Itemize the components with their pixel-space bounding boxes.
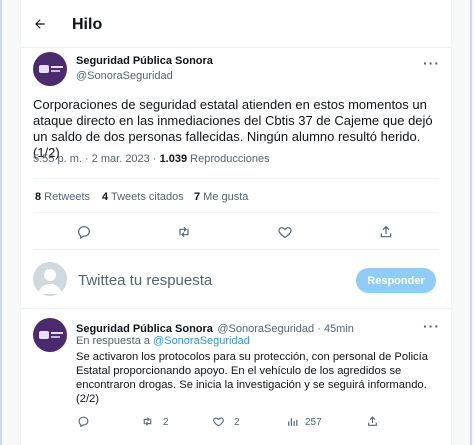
reply-author-name[interactable]: Seguridad Pública Sonora	[76, 323, 213, 335]
tweet-meta: 5:55 p. m. · 2 mar. 2023 · 1.039 Reprodu…	[33, 153, 270, 165]
reply-icon[interactable]	[76, 224, 92, 240]
avatar-logo-mark	[39, 65, 49, 73]
reply-avatar[interactable]	[33, 318, 67, 352]
reply-retweet-count: 2	[163, 417, 169, 428]
tweet-text: Corporaciones de seguridad estatal atien…	[33, 97, 433, 160]
reply-input[interactable]: Twittea tu respuesta	[78, 272, 212, 289]
actions-divider	[33, 249, 439, 250]
avatar-logo-bar	[51, 336, 60, 338]
arrow-left-icon[interactable]	[33, 17, 47, 31]
share-icon[interactable]	[378, 224, 394, 240]
left-edge	[0, 0, 2, 445]
author-name[interactable]: Seguridad Pública Sonora	[76, 55, 213, 67]
reply-views-count: 257	[305, 417, 322, 428]
avatar-logo-mark	[39, 331, 49, 339]
timeline-column: Hilo Seguridad Pública Sonora @SonoraSeg…	[20, 0, 452, 445]
reply-views-icon[interactable]	[286, 415, 299, 428]
reply-author-handle[interactable]: @SonoraSeguridad · 45min	[217, 323, 354, 335]
header-divider	[21, 47, 451, 48]
heart-icon[interactable]	[277, 224, 293, 240]
retweets-stat[interactable]: 8 Retweets	[35, 191, 90, 203]
more-options-icon[interactable]: ···	[423, 55, 440, 71]
author-handle[interactable]: @SonoraSeguridad	[76, 70, 173, 82]
reply-to-line: En respuesta a @SonoraSeguridad	[76, 335, 250, 347]
meta-divider	[33, 178, 439, 179]
user-avatar[interactable]	[33, 262, 67, 296]
stats-divider	[33, 212, 439, 213]
quotes-label: Tweets citados	[108, 191, 184, 203]
reply-retweet-icon[interactable]	[141, 415, 154, 428]
reply-reply-icon[interactable]	[77, 415, 90, 428]
right-edge	[470, 0, 472, 445]
reply-to-handle[interactable]: @SonoraSeguridad	[153, 335, 250, 347]
avatar-logo-bar	[51, 66, 63, 68]
retweet-icon[interactable]	[176, 224, 192, 240]
default-user-icon	[38, 269, 62, 294]
avatar[interactable]	[33, 52, 67, 86]
retweets-label: Retweets	[41, 191, 91, 203]
reply-heart-icon[interactable]	[212, 415, 225, 428]
reply-button[interactable]: Responder	[356, 268, 436, 293]
reply-text: Se activaron los protocolos para su prot…	[76, 351, 428, 405]
views-count: 1.039	[159, 153, 188, 165]
tweet-time[interactable]: 5:55 p. m. · 2 mar. 2023 ·	[33, 153, 160, 165]
reply-like-count: 2	[234, 417, 240, 428]
page-title: Hilo	[72, 16, 103, 33]
thread-page: Hilo Seguridad Pública Sonora @SonoraSeg…	[0, 0, 474, 445]
compose-divider	[21, 308, 451, 309]
avatar-logo-bar	[51, 70, 60, 72]
quotes-stat[interactable]: 4 Tweets citados	[102, 191, 184, 203]
likes-stat[interactable]: 7 Me gusta	[194, 191, 248, 203]
likes-label: Me gusta	[200, 191, 249, 203]
views-label: Reproducciones	[187, 153, 270, 165]
reply-more-options-icon[interactable]: ···	[423, 318, 440, 334]
reply-to-prefix: En respuesta a	[76, 335, 154, 347]
reply-share-icon[interactable]	[366, 415, 379, 428]
avatar-logo-bar	[51, 332, 63, 334]
